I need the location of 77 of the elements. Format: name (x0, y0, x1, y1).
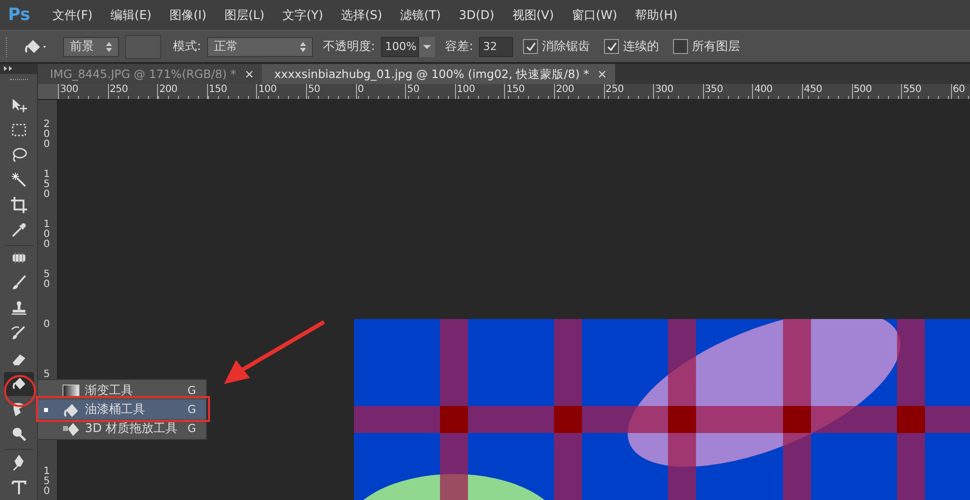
menu-item[interactable]: 3D(D) (458, 8, 494, 22)
checkbox[interactable] (673, 39, 688, 54)
ruler-label: 350 (702, 84, 752, 99)
menu-item[interactable]: 选择(S) (341, 6, 382, 24)
checkbox-label: 所有图层 (692, 38, 740, 55)
ruler-label: 5 (44, 370, 51, 382)
menu-item[interactable]: 图像(I) (170, 6, 206, 24)
history-brush-icon (10, 324, 28, 342)
tolerance-field[interactable]: 32 (479, 36, 514, 56)
ruler-label: 100 (256, 84, 306, 99)
ruler-label: 450 (802, 84, 852, 99)
menu-item[interactable]: 帮助(H) (635, 6, 678, 24)
menu-item[interactable]: 文字(Y) (282, 6, 324, 24)
stamp-icon (10, 299, 28, 318)
checkbox[interactable] (523, 39, 538, 54)
close-icon[interactable]: × (244, 67, 254, 81)
menu-item[interactable]: 窗口(W) (572, 6, 618, 24)
ruler-label: 150 (504, 84, 554, 99)
document-tab[interactable]: IMG_8445.JPG @ 171%(RGB/8) * × (38, 64, 262, 84)
ruler-label: 150 (206, 84, 256, 99)
flyout-menu-item[interactable]: 油漆桶工具 G (38, 400, 206, 419)
move-icon (10, 96, 28, 114)
magnifier-icon (10, 424, 28, 443)
tolerance-label: 容差: (445, 38, 474, 55)
ruler-label: 0 (44, 320, 51, 332)
eyedropper-icon (10, 221, 28, 240)
ruler-label: 150 (44, 467, 51, 499)
document-tab[interactable]: xxxxsinbiazhubg_01.jpg @ 100% (img02, 快速蒙版/8) * × (262, 64, 616, 84)
magic-wand-icon (10, 170, 28, 189)
ruler-label: 100 (454, 84, 504, 99)
flyout-menu-item[interactable]: 渐变工具 G (38, 381, 206, 400)
ruler-label: 60 (950, 84, 970, 99)
tool-button[interactable] (4, 372, 34, 396)
ruler-label: 50 (44, 270, 51, 292)
menu-item[interactable]: 滤镜(T) (400, 6, 441, 24)
ruler-label: 200 (554, 84, 604, 99)
menu-item[interactable]: 视图(V) (512, 6, 554, 24)
ruler-label: 200 (157, 84, 207, 99)
fill-source-select[interactable]: 前景 (63, 36, 119, 56)
mode-label: 模式: (173, 38, 202, 55)
up-down-arrows-icon (106, 42, 112, 52)
crop-icon (10, 196, 28, 214)
mode-select[interactable]: 正常 (207, 36, 314, 56)
collapse-icon[interactable] (4, 66, 13, 72)
ruler-label: 300 (58, 84, 108, 99)
type-icon (10, 478, 28, 496)
ruler-label: 200 (44, 120, 51, 152)
ruler-label: 250 (108, 84, 158, 99)
dropdown-button[interactable] (419, 36, 436, 56)
opacity-field[interactable]: 100% (381, 36, 420, 56)
highlight-circle (4, 375, 36, 407)
ruler-label: 500 (852, 84, 902, 99)
brush-icon (10, 274, 28, 292)
ruler-label: 100 (44, 220, 51, 252)
checkbox-label: 连续的 (623, 38, 660, 55)
paint-bucket-icon (62, 420, 80, 436)
flyout-menu-item[interactable]: 3D 材质拖放工具 G (38, 419, 206, 438)
ruler-label: 550 (901, 84, 951, 99)
ruler-label: 150 (44, 170, 51, 202)
up-down-arrows-icon (300, 42, 306, 52)
ruler-label: 0 (356, 84, 406, 99)
menu-item[interactable]: 编辑(E) (110, 6, 152, 24)
checkbox-label: 消除锯齿 (542, 38, 590, 55)
caret-icon (423, 44, 432, 48)
checkbox[interactable] (604, 39, 620, 54)
paint-bucket-icon (62, 402, 80, 418)
ruler-label: 50 (405, 84, 455, 99)
ruler-label: 400 (752, 84, 802, 99)
ruler-label: 250 (604, 84, 654, 99)
ruler-label: 300 (653, 84, 703, 99)
gradient-icon (62, 384, 80, 398)
app-logo: Ps (8, 5, 30, 25)
close-icon[interactable]: × (597, 67, 608, 81)
menu-item[interactable]: 文件(F) (52, 6, 93, 24)
ruler-label: 50 (306, 84, 356, 99)
menu-item[interactable]: 图层(L) (224, 6, 264, 24)
opacity-label: 不透明度: (323, 38, 376, 55)
